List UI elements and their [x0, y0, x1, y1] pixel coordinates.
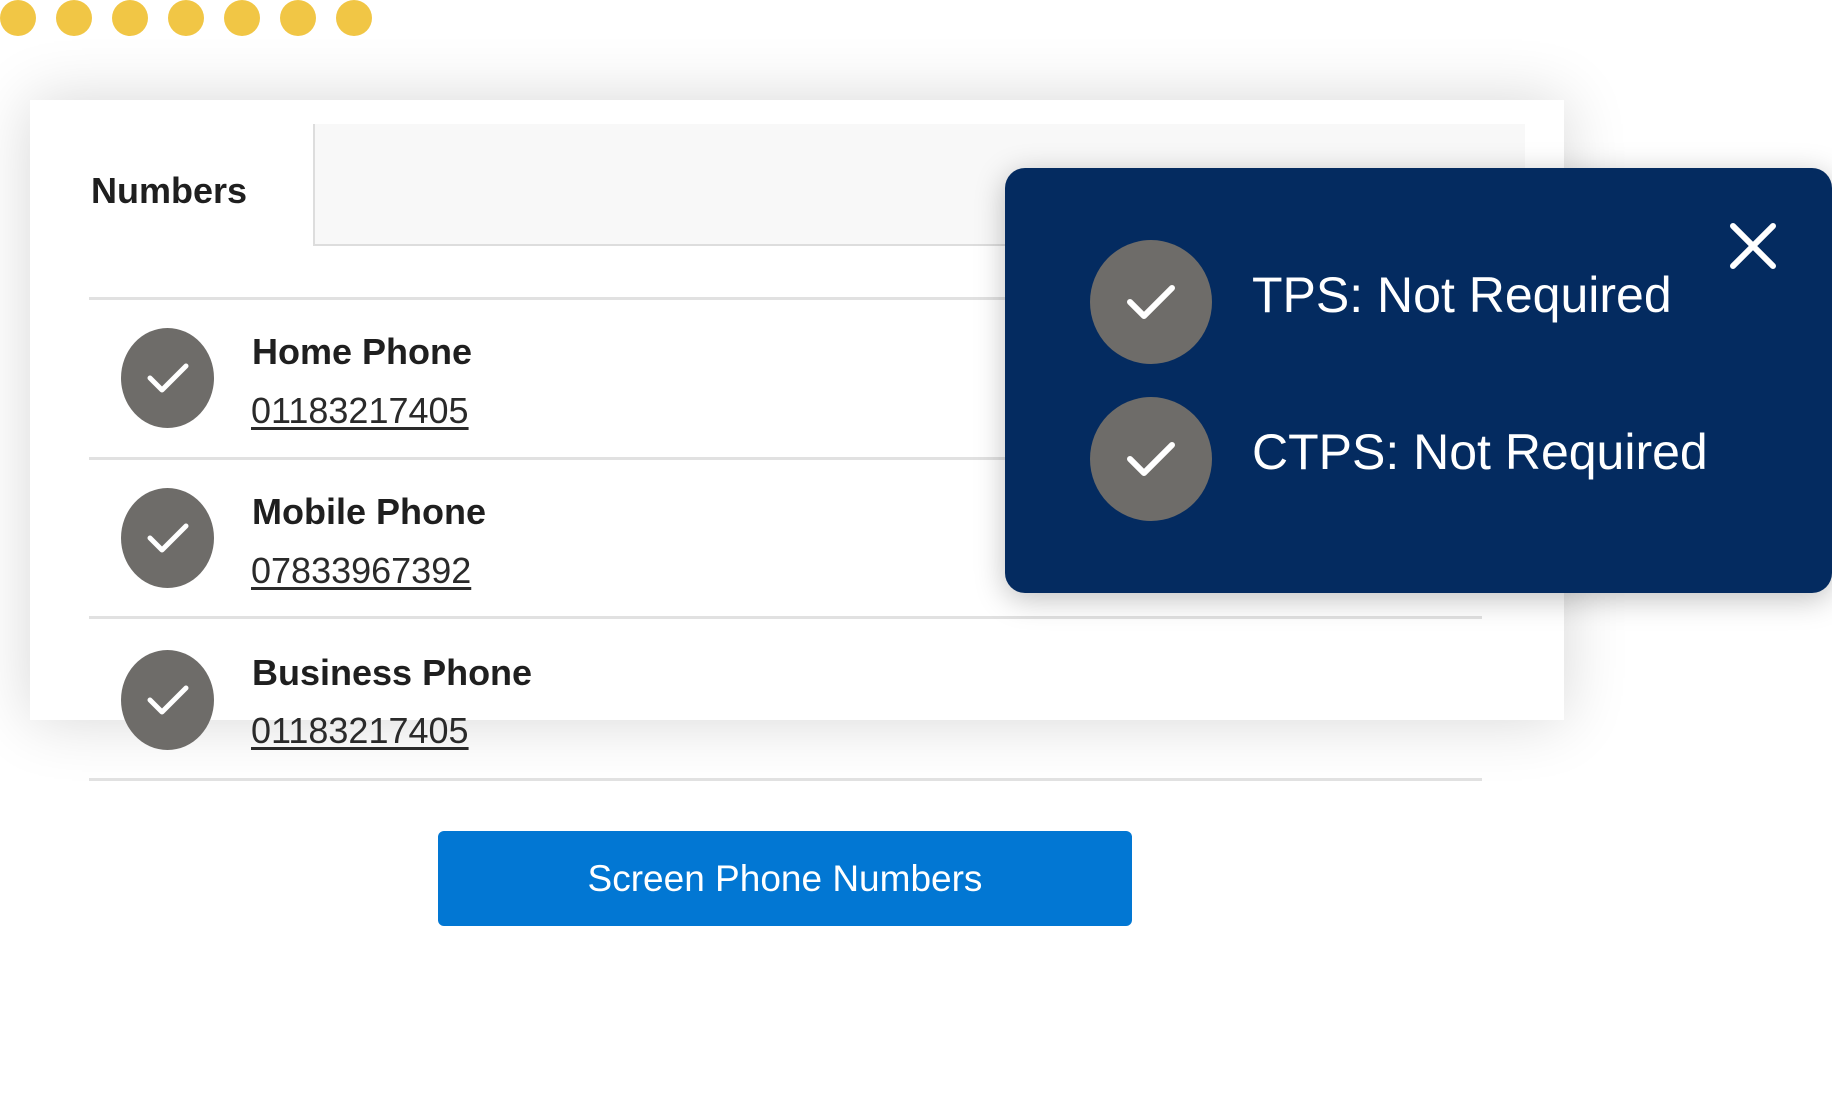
- dot-icon: [224, 0, 260, 36]
- dot-icon: [280, 0, 316, 36]
- close-icon[interactable]: [1725, 218, 1781, 274]
- business-phone-number[interactable]: 01183217405: [251, 710, 469, 752]
- dot-icon: [0, 0, 36, 36]
- dot-icon: [112, 0, 148, 36]
- dot-icon: [336, 0, 372, 36]
- divider: [89, 778, 1482, 781]
- tps-status-text: TPS: Not Required: [1252, 267, 1672, 323]
- mobile-phone-label: Mobile Phone: [252, 491, 486, 532]
- dot-icon: [168, 0, 204, 36]
- numbers-section-label: Numbers: [91, 170, 248, 211]
- ctps-status-text: CTPS: Not Required: [1252, 424, 1708, 480]
- check-icon: [121, 328, 214, 428]
- home-phone-label: Home Phone: [252, 331, 473, 372]
- divider: [89, 616, 1482, 619]
- mobile-phone-number[interactable]: 07833967392: [251, 550, 471, 592]
- check-icon: [1090, 397, 1212, 521]
- dot-icon: [56, 0, 92, 36]
- home-phone-number[interactable]: 01183217405: [251, 390, 469, 432]
- check-icon: [1090, 240, 1212, 364]
- business-phone-label: Business Phone: [252, 652, 533, 693]
- screen-phone-numbers-button[interactable]: Screen Phone Numbers: [438, 831, 1132, 926]
- decorative-dots: [0, 0, 380, 40]
- screening-result-popover: TPS: Not Required CTPS: Not Required: [1005, 168, 1832, 593]
- check-icon: [121, 650, 214, 750]
- check-icon: [121, 488, 214, 588]
